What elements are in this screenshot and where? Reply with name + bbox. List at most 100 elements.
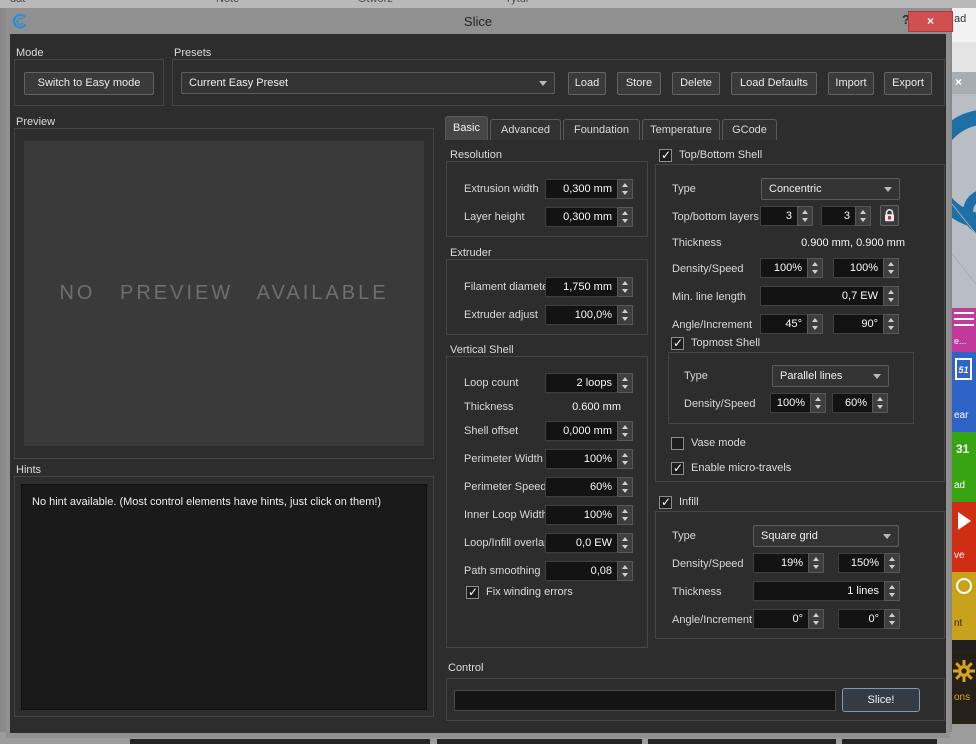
spin-up-icon[interactable] xyxy=(622,425,628,429)
infill-increment-value[interactable]: 0° xyxy=(838,609,884,629)
shell-offset-value[interactable]: 0,000 mm xyxy=(545,421,617,441)
filament-diameter-spinner[interactable] xyxy=(617,277,633,297)
infill-thickness-field[interactable]: 1 lines xyxy=(753,581,900,601)
shell-offset-spinner[interactable] xyxy=(617,421,633,441)
dialog-titlebar[interactable]: Slice ? × xyxy=(6,8,950,34)
close-button[interactable]: × xyxy=(908,11,953,32)
spin-down-icon[interactable] xyxy=(877,405,883,409)
topmost-speed-spinner[interactable] xyxy=(872,393,888,413)
spin-up-icon[interactable] xyxy=(622,509,628,513)
spin-down-icon[interactable] xyxy=(888,326,894,330)
spin-up-icon[interactable] xyxy=(622,211,628,215)
spin-down-icon[interactable] xyxy=(622,573,628,577)
infill-density-value[interactable]: 19% xyxy=(753,553,808,573)
spin-up-icon[interactable] xyxy=(812,318,818,322)
tbs-speed-field[interactable]: 100% xyxy=(833,258,899,278)
infill-density-spinner[interactable] xyxy=(808,553,824,573)
tbs-increment-spinner[interactable] xyxy=(883,314,899,334)
perimeter-width-spinner[interactable] xyxy=(617,449,633,469)
spin-up-icon[interactable] xyxy=(877,397,883,401)
spin-down-icon[interactable] xyxy=(802,218,808,222)
spin-down-icon[interactable] xyxy=(812,270,818,274)
topmost-speed-value[interactable]: 60% xyxy=(832,393,872,413)
tab-temperature[interactable]: Temperature xyxy=(642,119,720,140)
spin-down-icon[interactable] xyxy=(815,405,821,409)
tbs-layers-bottom-value[interactable]: 3 xyxy=(821,206,855,226)
spin-down-icon[interactable] xyxy=(813,565,819,569)
tbs-layers-top-spinner[interactable] xyxy=(797,206,813,226)
bg-button-options[interactable]: ons xyxy=(952,650,976,724)
infill-type-dropdown[interactable]: Square grid xyxy=(753,525,899,547)
tab-gcode[interactable]: GCode xyxy=(722,119,777,140)
topmost-density-value[interactable]: 100% xyxy=(770,393,810,413)
tbs-speed-value[interactable]: 100% xyxy=(833,258,883,278)
spin-down-icon[interactable] xyxy=(622,489,628,493)
tbs-type-dropdown[interactable]: Concentric xyxy=(761,178,900,200)
spin-down-icon[interactable] xyxy=(622,433,628,437)
extrusion-width-field[interactable]: 0,300 mm xyxy=(545,179,633,199)
extruder-adjust-value[interactable]: 100,0% xyxy=(545,305,617,325)
tbs-speed-spinner[interactable] xyxy=(883,258,899,278)
shell-offset-field[interactable]: 0,000 mm xyxy=(545,421,633,441)
top-bottom-shell-row[interactable]: Top/Bottom Shell xyxy=(659,148,762,162)
vase-mode-row[interactable]: Vase mode xyxy=(671,436,746,450)
store-button[interactable]: Store xyxy=(617,72,661,95)
loop-count-spinner[interactable] xyxy=(617,373,633,393)
perimeter-width-field[interactable]: 100% xyxy=(545,449,633,469)
infill-speed-spinner[interactable] xyxy=(884,553,900,573)
spin-up-icon[interactable] xyxy=(622,377,628,381)
extruder-adjust-spinner[interactable] xyxy=(617,305,633,325)
perimeter-speed-value[interactable]: 60% xyxy=(545,477,617,497)
filament-diameter-value[interactable]: 1,750 mm xyxy=(545,277,617,297)
perimeter-speed-spinner[interactable] xyxy=(617,477,633,497)
tbs-angle-value[interactable]: 45° xyxy=(760,314,807,334)
infill-row[interactable]: Infill xyxy=(659,495,699,509)
spin-down-icon[interactable] xyxy=(622,517,628,521)
spin-down-icon[interactable] xyxy=(622,219,628,223)
spin-up-icon[interactable] xyxy=(622,565,628,569)
spin-up-icon[interactable] xyxy=(888,262,894,266)
infill-angle-spinner[interactable] xyxy=(808,609,824,629)
infill-angle-value[interactable]: 0° xyxy=(753,609,808,629)
tbs-density-value[interactable]: 100% xyxy=(760,258,807,278)
spin-up-icon[interactable] xyxy=(813,557,819,561)
spin-up-icon[interactable] xyxy=(813,613,819,617)
topmost-density-spinner[interactable] xyxy=(810,393,826,413)
tbs-increment-field[interactable]: 90° xyxy=(833,314,899,334)
spin-up-icon[interactable] xyxy=(802,210,808,214)
loop-count-value[interactable]: 2 loops xyxy=(545,373,617,393)
spin-up-icon[interactable] xyxy=(889,557,895,561)
tbs-minline-spinner[interactable] xyxy=(883,286,899,306)
perimeter-width-value[interactable]: 100% xyxy=(545,449,617,469)
fix-winding-errors-row[interactable]: Fix winding errors xyxy=(466,585,573,599)
loop-count-field[interactable]: 2 loops xyxy=(545,373,633,393)
bg-button-pink[interactable]: e... xyxy=(952,308,976,352)
tbs-angle-spinner[interactable] xyxy=(807,314,823,334)
spin-down-icon[interactable] xyxy=(889,593,895,597)
spin-up-icon[interactable] xyxy=(622,183,628,187)
spin-down-icon[interactable] xyxy=(888,270,894,274)
path-smoothing-value[interactable]: 0,08 xyxy=(545,561,617,581)
load-button[interactable]: Load xyxy=(568,72,606,95)
spin-up-icon[interactable] xyxy=(889,585,895,589)
tbs-layers-bottom-field[interactable]: 3 xyxy=(821,206,871,226)
layers-lock-button[interactable] xyxy=(880,205,899,226)
extrusion-width-value[interactable]: 0,300 mm xyxy=(545,179,617,199)
export-button[interactable]: Export xyxy=(884,72,932,95)
tbs-angle-field[interactable]: 45° xyxy=(760,314,823,334)
load-defaults-button[interactable]: Load Defaults xyxy=(731,72,817,95)
slice-button[interactable]: Slice! xyxy=(842,688,920,712)
tab-advanced[interactable]: Advanced xyxy=(490,119,561,140)
tbs-layers-bottom-spinner[interactable] xyxy=(855,206,871,226)
micro-travels-checkbox[interactable] xyxy=(671,462,684,475)
layer-height-value[interactable]: 0,300 mm xyxy=(545,207,617,227)
spin-up-icon[interactable] xyxy=(622,537,628,541)
bg-button-green[interactable]: 31 ad xyxy=(952,432,976,502)
topmost-shell-checkbox[interactable] xyxy=(671,337,684,350)
preset-dropdown[interactable]: Current Easy Preset xyxy=(181,72,555,94)
filament-diameter-field[interactable]: 1,750 mm xyxy=(545,277,633,297)
inner-loop-width-field[interactable]: 100% xyxy=(545,505,633,525)
spin-up-icon[interactable] xyxy=(622,481,628,485)
infill-increment-spinner[interactable] xyxy=(884,609,900,629)
switch-easy-mode-button[interactable]: Switch to Easy mode xyxy=(24,72,154,95)
